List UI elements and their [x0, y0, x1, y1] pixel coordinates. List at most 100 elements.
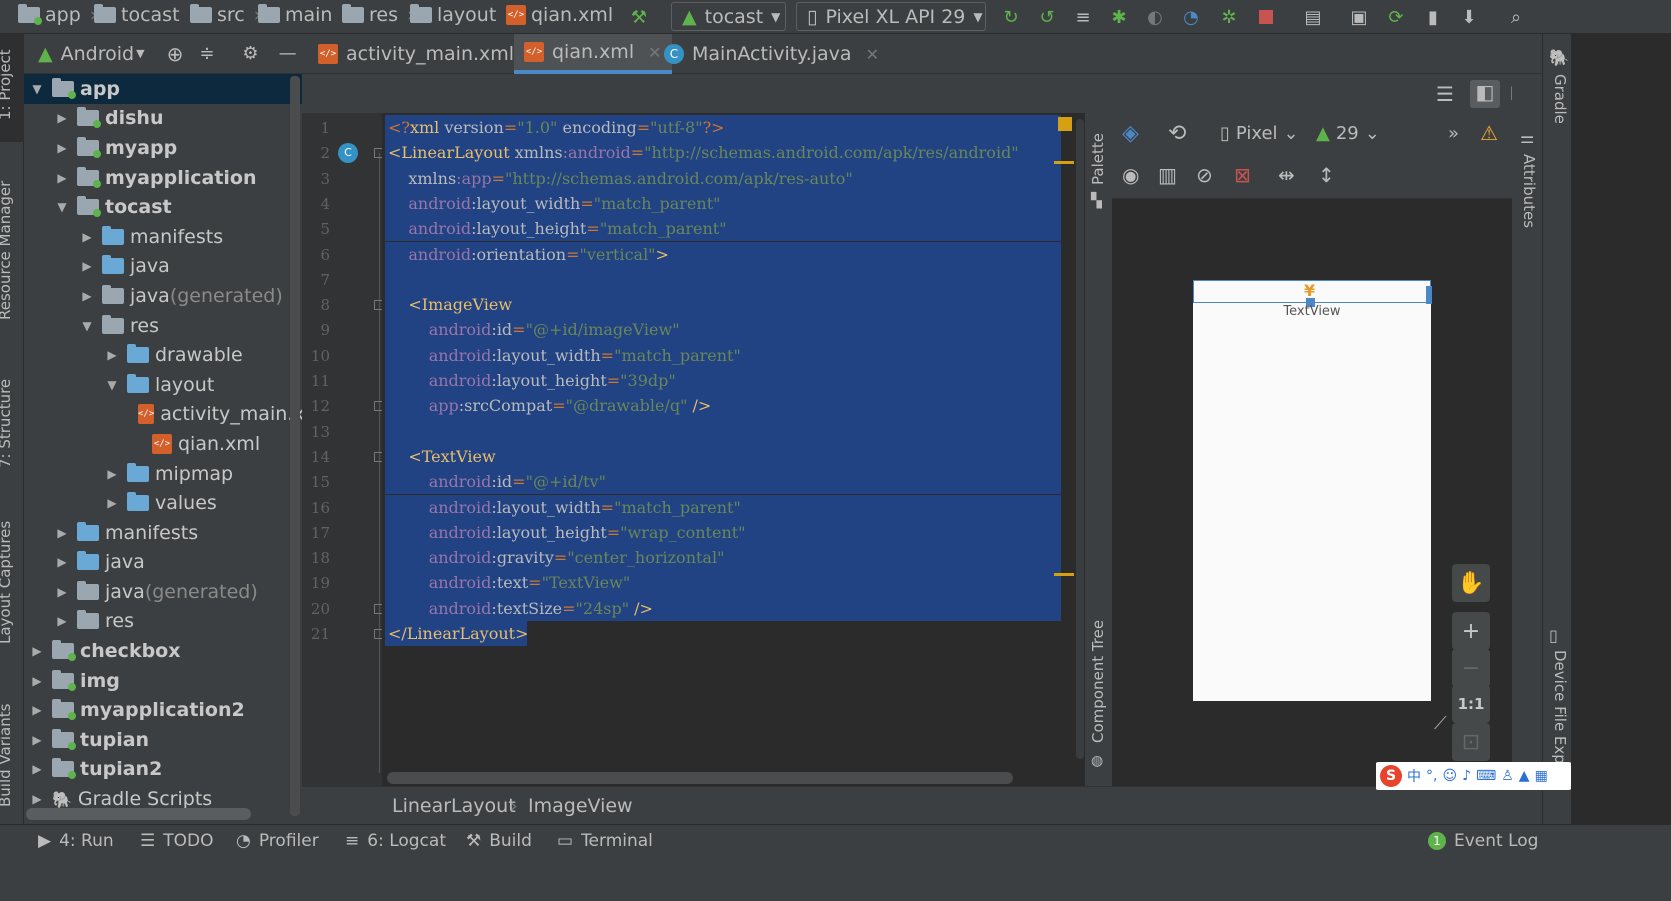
code-line[interactable]: android:id="@+id/imageView": [388, 317, 680, 342]
tree-item[interactable]: ▶ drawable: [24, 340, 302, 370]
chevron-right-icon[interactable]: ▶: [105, 467, 119, 481]
close-icon[interactable]: ✕: [866, 45, 879, 64]
tab-layout-captures[interactable]: Layout Captures: [0, 521, 14, 644]
layout-preview[interactable]: ¥ TextView: [1193, 280, 1432, 701]
user-icon[interactable]: ♙: [1501, 768, 1514, 784]
code-line[interactable]: android:textSize="24sp" />: [388, 596, 653, 621]
chevron-right-icon[interactable]: ▶: [30, 644, 44, 658]
code-line[interactable]: <ImageView: [388, 292, 512, 317]
locate-icon[interactable]: ⊕: [167, 42, 184, 66]
clear-constraints-icon[interactable]: ⊠: [1234, 163, 1251, 187]
resize-handle-icon[interactable]: ⟋: [1434, 713, 1447, 734]
design-surface-icon[interactable]: ◈: [1122, 121, 1139, 146]
tab-attributes[interactable]: Attributes: [1520, 154, 1538, 228]
tab-build-variants[interactable]: Build Variants: [0, 704, 14, 807]
chevron-right-icon[interactable]: ▶: [55, 171, 69, 185]
tree-hscrollbar[interactable]: [26, 808, 251, 820]
chevron-down-icon[interactable]: ▼: [105, 378, 119, 392]
code-editor[interactable]: <?xml version="1.0" encoding="utf-8"?> <L…: [382, 113, 1074, 786]
tree-item[interactable]: ▼ tocast: [24, 192, 302, 222]
tab-resource-manager[interactable]: Resource Manager: [0, 181, 14, 320]
tree-item[interactable]: ▶ mipmap: [24, 459, 302, 489]
skin-icon[interactable]: ▲: [1519, 768, 1530, 784]
code-line[interactable]: android:layout_width="match_parent": [388, 191, 720, 216]
sync-icon[interactable]: ▣: [1348, 6, 1370, 28]
tab-palette[interactable]: Palette: [1089, 133, 1107, 185]
chevron-down-icon[interactable]: ▼: [55, 200, 69, 214]
gradle-sync-icon[interactable]: ⟳: [1385, 6, 1407, 28]
tree-item[interactable]: ▶ manifests: [24, 222, 302, 252]
device-combo[interactable]: ▯ Pixel XL API 29 ▼: [796, 2, 986, 31]
search-icon[interactable]: ⌕: [1505, 6, 1527, 28]
tree-item[interactable]: ▼ layout: [24, 370, 302, 400]
tree-item[interactable]: ▶ checkbox: [24, 636, 302, 666]
chevron-right-icon[interactable]: ▶: [105, 496, 119, 510]
tab-structure[interactable]: 7: Structure: [0, 379, 14, 468]
code-line[interactable]: android:layout_height="wrap_content": [388, 520, 746, 545]
code-line[interactable]: android:text="TextView": [388, 570, 631, 595]
tree-item[interactable]: ▶ dishu: [24, 104, 302, 134]
device-selector[interactable]: ▯ Pixel ⌄: [1220, 123, 1299, 144]
tab-gradle[interactable]: Gradle: [1551, 74, 1569, 124]
tree-scrollbar[interactable]: [290, 76, 300, 816]
chevron-right-icon[interactable]: ▶: [80, 259, 94, 273]
attach-debugger-icon[interactable]: ✲: [1218, 6, 1240, 28]
tree-item[interactable]: ▶ myapplication: [24, 163, 302, 193]
code-line[interactable]: android:layout_width="match_parent": [388, 495, 741, 520]
api-selector[interactable]: ▲ 29 ⌄: [1316, 123, 1380, 144]
chevron-right-icon[interactable]: ▶: [55, 111, 69, 125]
warning-stripe-mark[interactable]: [1054, 161, 1074, 164]
code-line[interactable]: <LinearLayout xmlns:android="http://sche…: [388, 140, 1019, 165]
pan-icon[interactable]: ✋: [1452, 564, 1490, 602]
event-log-tab[interactable]: 1 Event Log: [1428, 831, 1538, 851]
crumb-imageview[interactable]: ImageView: [528, 795, 633, 817]
chevron-down-icon[interactable]: ▼: [30, 82, 44, 96]
bottom-tab[interactable]: ☰ TODO: [140, 831, 214, 851]
chevron-right-icon[interactable]: ▶: [30, 762, 44, 776]
chevron-down-icon[interactable]: ▼: [80, 319, 94, 333]
chevron-right-icon[interactable]: ▶: [30, 733, 44, 747]
chevron-right-icon[interactable]: ▶: [30, 674, 44, 688]
breadcrumb-app[interactable]: app›: [18, 4, 97, 26]
run-with-coverage-icon[interactable]: ◐: [1144, 6, 1166, 28]
class-gutter-icon[interactable]: C: [338, 143, 358, 163]
tree-item[interactable]: ▼ res: [24, 311, 302, 341]
tree-item[interactable]: ▶ values: [24, 488, 302, 518]
tree-item[interactable]: ▶ java (generated): [24, 281, 302, 311]
apps-icon[interactable]: ▦: [1535, 768, 1548, 784]
bottom-tab[interactable]: ▶ 4: Run: [38, 831, 114, 851]
code-line[interactable]: <TextView: [388, 444, 495, 469]
tree-item[interactable]: ▶ myapp: [24, 133, 302, 163]
apply-code-changes-icon[interactable]: ↺: [1036, 6, 1058, 28]
tree-item[interactable]: ▶ java: [24, 548, 302, 578]
code-line[interactable]: app:srcCompat="@drawable/q" />: [388, 393, 712, 418]
tab-project[interactable]: 1: Project: [0, 49, 14, 120]
tab-component-tree[interactable]: Component Tree: [1089, 620, 1107, 743]
tree-item[interactable]: ▶ java (generated): [24, 577, 302, 607]
stop-icon[interactable]: [1255, 6, 1277, 28]
autoconnect-icon[interactable]: ⊘: [1196, 163, 1213, 187]
chevron-right-icon[interactable]: ▶: [30, 703, 44, 717]
tab-main-activity[interactable]: C MainActivity.java ✕: [654, 34, 889, 74]
tree-item[interactable]: ▶ java: [24, 252, 302, 282]
chevron-right-icon[interactable]: ▶: [105, 348, 119, 362]
ime-tray[interactable]: S 中 °, ☺ ♪ ⌨ ♙ ▲ ▦: [1376, 762, 1571, 790]
code-line[interactable]: xmlns:app="http://schemas.android.com/ap…: [388, 166, 852, 191]
blueprint-icon[interactable]: ▥: [1158, 163, 1177, 187]
breadcrumb-file[interactable]: </> qian.xml: [506, 4, 613, 26]
breadcrumb-src[interactable]: src›: [190, 4, 261, 26]
tree-item[interactable]: ▶ tupian: [24, 725, 302, 755]
avd-manager-icon[interactable]: ▮: [1422, 6, 1444, 28]
code-view-icon[interactable]: ☰: [1436, 82, 1462, 106]
tab-qian[interactable]: </> qian.xml ✕: [514, 34, 672, 74]
crumb-linearlayout[interactable]: LinearLayout: [392, 795, 516, 817]
tree-item[interactable]: ▼ app: [24, 74, 302, 104]
code-line[interactable]: android:layout_width="match_parent": [388, 343, 741, 368]
warning-stripe-mark[interactable]: [1054, 573, 1074, 576]
chevron-right-icon[interactable]: ▶: [80, 230, 94, 244]
code-line[interactable]: android:layout_height="match_parent": [388, 216, 726, 241]
breadcrumb-tocast[interactable]: tocast›: [94, 4, 196, 26]
hammer-icon[interactable]: ⚒: [628, 6, 650, 28]
tree-item[interactable]: ▶ manifests: [24, 518, 302, 548]
punctuation-icon[interactable]: °,: [1426, 768, 1437, 784]
